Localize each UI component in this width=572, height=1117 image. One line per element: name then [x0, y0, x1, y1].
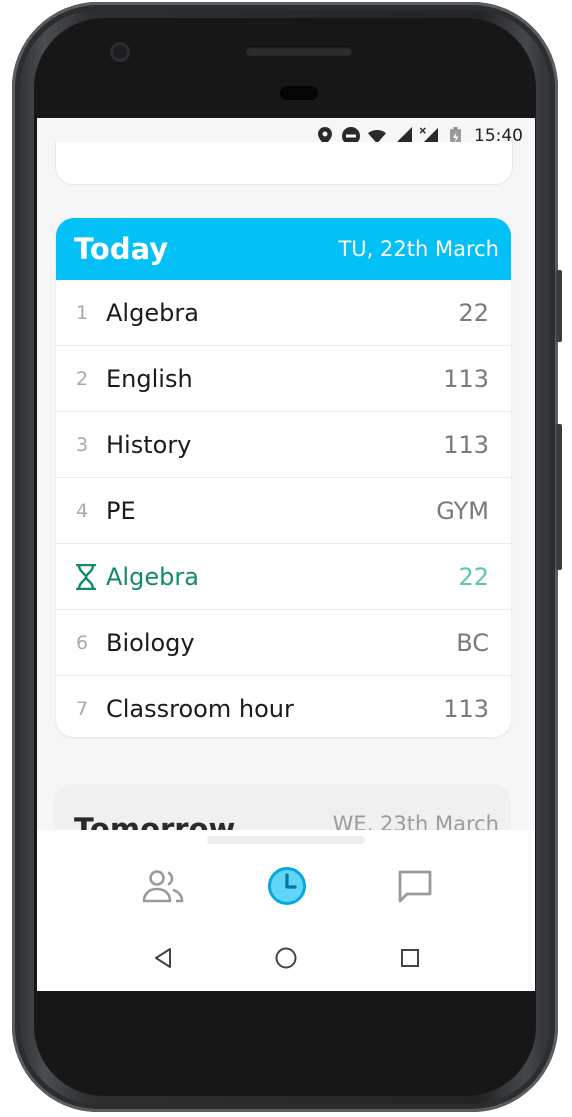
lesson-room: 113: [443, 430, 489, 459]
lesson-subject: Algebra: [106, 298, 199, 327]
front-camera: [110, 42, 130, 62]
today-header: Today TU, 22th March: [56, 218, 511, 280]
lesson-row[interactable]: 1 Algebra 22: [56, 280, 511, 346]
today-date: TU, 22th March: [338, 237, 499, 261]
lesson-room: 22: [458, 562, 489, 591]
people-icon: [141, 869, 185, 907]
current-lesson-row[interactable]: Algebra 22: [56, 544, 511, 610]
lesson-subject: Biology: [106, 628, 195, 657]
system-recents-button[interactable]: [390, 940, 430, 980]
tab-people[interactable]: [135, 860, 191, 916]
hourglass-icon: [76, 563, 106, 590]
drag-handle[interactable]: [207, 836, 365, 844]
lesson-index: 1: [76, 301, 89, 324]
lesson-room: 113: [443, 695, 489, 723]
bottom-nav: [37, 860, 535, 916]
lesson-subject: English: [106, 364, 193, 393]
today-title: Today: [74, 232, 169, 266]
proximity-sensor: [280, 86, 318, 100]
lesson-room: 113: [443, 364, 489, 393]
earpiece: [245, 46, 353, 56]
today-schedule-card: Today TU, 22th March 1 Algebra 22 2 Engl…: [56, 218, 511, 737]
chat-icon: [397, 869, 433, 907]
lesson-subject: PE: [106, 496, 136, 525]
tab-messages[interactable]: [387, 860, 443, 916]
system-navigation: [37, 940, 535, 980]
lesson-row[interactable]: 6 Biology BC: [56, 610, 511, 676]
recents-square-icon: [400, 948, 420, 972]
power-button: [556, 270, 562, 342]
lesson-row[interactable]: 2 English 113: [56, 346, 511, 412]
clock-icon: [267, 866, 307, 910]
lesson-room: 22: [458, 298, 489, 327]
lesson-row[interactable]: 4 PE GYM: [56, 478, 511, 544]
lesson-index: 7: [76, 698, 89, 720]
home-circle-icon: [274, 946, 298, 974]
previous-day-card: [55, 142, 513, 185]
system-home-button[interactable]: [266, 940, 306, 980]
lesson-row[interactable]: 7 Classroom hour 113: [56, 676, 511, 737]
lesson-subject: Classroom hour: [106, 695, 294, 723]
lesson-row[interactable]: 3 History 113: [56, 412, 511, 478]
back-triangle-icon: [153, 947, 173, 973]
lesson-room: BC: [456, 628, 489, 657]
phone-screen: 15:40 Today TU, 22th March 1 Algebra 22 …: [37, 118, 535, 991]
lesson-index: 3: [76, 433, 89, 456]
lesson-index: 6: [76, 631, 89, 654]
bottom-panel: [37, 830, 535, 991]
system-back-button[interactable]: [143, 940, 183, 980]
lesson-subject: History: [106, 430, 192, 459]
lesson-index: 4: [76, 499, 89, 522]
volume-button: [556, 424, 562, 570]
tab-schedule[interactable]: [259, 860, 315, 916]
lesson-subject: Algebra: [106, 562, 199, 591]
lesson-room: GYM: [436, 496, 489, 525]
lesson-index: 2: [76, 367, 89, 390]
